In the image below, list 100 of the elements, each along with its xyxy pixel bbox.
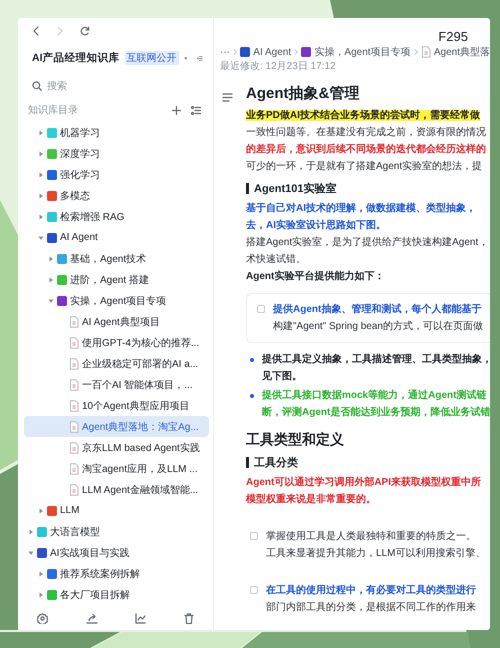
search-field[interactable]: 搜索 [47, 80, 167, 92]
tree-item[interactable]: 深度学习 [24, 143, 209, 164]
caret-icon[interactable] [38, 234, 44, 240]
document-icon [69, 420, 79, 432]
caret-icon[interactable] [48, 276, 54, 282]
caret-icon[interactable] [38, 150, 44, 156]
section-heading: 工具类型和定义 [246, 430, 345, 449]
tree-item[interactable]: AI Agent典型项目 [24, 311, 209, 332]
caret-icon[interactable] [38, 570, 44, 576]
document-icon [69, 336, 79, 348]
caret-icon[interactable] [38, 592, 44, 598]
tree-item[interactable]: AI Agent [24, 227, 209, 248]
document-icon [69, 316, 79, 328]
chevron-icon [414, 48, 418, 56]
visibility-badge: 互联网公开 [124, 51, 178, 65]
chevron-icon [294, 48, 298, 56]
tree-item[interactable]: 实操，Agent项目专项 [24, 290, 209, 311]
tree-item[interactable]: 检索增强 RAG [24, 206, 209, 227]
breadcrumb-link[interactable]: AI Agent [240, 46, 292, 58]
checkbox[interactable] [250, 586, 258, 594]
tree-item[interactable]: 进阶，Agent 搭建 [24, 269, 209, 290]
caret-icon[interactable] [38, 192, 44, 198]
caret-icon[interactable] [48, 256, 54, 262]
paragraph-line: 可少的一环，于是就有了搭建Agent实验室的想法，提 [246, 161, 482, 172]
paragraph-line: 在工具的使用过程中，有必要对工具的类型进行 [266, 585, 476, 596]
breadcrumb-link[interactable]: 实操，Agent项目专项 [301, 45, 411, 59]
tree-item[interactable]: Agent典型落地：淘宝Ag... [24, 416, 209, 437]
checkbox[interactable] [250, 532, 258, 540]
paragraph-line: 部门内部工具的分类，是根据不同工作的作用来 [266, 602, 476, 613]
document-icon [69, 442, 79, 454]
knowledge-base-title: AI产品经理知识库 [32, 51, 120, 65]
caret-icon[interactable] [38, 172, 44, 178]
document-icon [420, 46, 431, 58]
paragraph-line: 的差异后，意识到后续不同场景的迭代都会经历这样的 [246, 144, 486, 155]
tree-item[interactable]: LLM [24, 500, 209, 521]
paragraph-line: 提供工具接口数据mock等能力，通过Agent测试链 [262, 390, 486, 401]
tree-item[interactable]: 各大厂项目拆解 [24, 584, 209, 605]
tree-item[interactable]: AI实战项目与实践 [24, 542, 209, 563]
tree-item[interactable]: 企业级稳定可部署的AI a... [24, 353, 209, 374]
breadcrumb-link[interactable]: ··· [220, 46, 230, 58]
paragraph-line: 断，评测Agent是否能达到业务预期，降低业务试错 [262, 407, 490, 418]
tree-item[interactable]: 10个Agent典型应用项目 [24, 395, 209, 416]
chart-icon[interactable] [135, 612, 146, 624]
document-icon [69, 378, 79, 390]
chevron-icon [233, 48, 238, 56]
tree-item[interactable]: 强化学习 [24, 164, 209, 185]
paragraph-line: Agent可以通过学习调用外部API来获取模型权重中所 [246, 477, 481, 488]
paragraph-line: 提供Agent抽象、管理和测试，每个人都能基于 [273, 304, 482, 315]
caret-icon[interactable] [28, 550, 34, 556]
tree-item[interactable]: 大语言模型 [24, 521, 209, 542]
tree-item[interactable]: 淘宝agent应用，及LLM ... [24, 458, 209, 479]
tree-item[interactable]: 推荐系统案例拆解 [24, 563, 209, 584]
forward-icon[interactable] [56, 26, 64, 36]
paragraph-line: 一致性问题等。在基建没有完成之前，资源有限的情况 [246, 127, 486, 138]
tree-item[interactable]: 基础，Agent技术 [24, 248, 209, 269]
bullet-dot [250, 358, 254, 362]
settings-icon[interactable] [36, 612, 48, 624]
trash-icon[interactable] [184, 612, 194, 624]
refresh-icon[interactable] [80, 26, 90, 36]
plus-icon[interactable] [172, 106, 181, 114]
paragraph-line: 模型权重来说是非常重要的。 [246, 494, 376, 505]
tree-item[interactable]: 多模态 [24, 185, 209, 206]
heading-marker [246, 457, 249, 468]
back-icon[interactable] [32, 26, 40, 36]
tree-item[interactable]: 使用GPT-4为核心的推荐... [24, 332, 209, 353]
tree-item[interactable]: 京东LLM based Agent实践 [24, 437, 209, 458]
document-icon [69, 462, 79, 474]
caret-icon[interactable] [48, 298, 54, 304]
subheading: Agent101实验室 [254, 182, 337, 196]
paragraph-line: 见下图。 [262, 371, 302, 382]
paragraph-line: 掌握使用工具是人类最独特和重要的特质之一。 [266, 531, 476, 542]
subheading: 工具分类 [254, 456, 298, 470]
caret-icon[interactable] [38, 214, 44, 220]
search-icon [32, 81, 42, 91]
collapse-icon[interactable] [197, 54, 203, 62]
tree-item[interactable]: 机器学习 [24, 122, 209, 143]
list-icon[interactable] [191, 106, 201, 114]
paragraph-line: 搭建Agent实验室，是为了提供给产技快速构建Agent， [246, 237, 488, 248]
document-icon [69, 484, 79, 496]
page-title: Agent抽象&管理 [246, 84, 360, 104]
checkbox[interactable] [257, 305, 265, 313]
heading-marker [246, 183, 249, 194]
corner-label: F295 [438, 29, 468, 44]
modified-time: 最近修改: 12月23日 17:12 [219, 60, 337, 73]
tree-item[interactable]: LLM Agent金融领域智能... [24, 479, 209, 500]
paragraph-line: 构建"Agent" Spring bean的方式，可以在页面做 [273, 321, 483, 332]
caret-icon[interactable] [38, 130, 44, 136]
breadcrumb-link[interactable]: Agent典型落 [420, 45, 490, 59]
section-title: 知识库目录 [28, 104, 78, 117]
document-icon [69, 400, 79, 412]
outline-icon[interactable] [222, 93, 233, 102]
paragraph-line: 去，AI实验室设计思路如下图。 [246, 220, 386, 231]
paragraph-line: Agent实验平台提供能力如下： [246, 271, 384, 282]
tree-item[interactable]: 一百个AI 智能体项目，... [24, 374, 209, 395]
caret-icon[interactable] [38, 508, 44, 514]
share-icon[interactable] [86, 612, 98, 624]
document-icon [69, 358, 79, 370]
caret-icon[interactable] [28, 528, 34, 534]
paragraph-line: 提供工具定义抽象，工具描述管理、工具类型抽象， [262, 354, 490, 365]
paragraph-line: 基于自己对AI技术的理解，做数据建模、类型抽象， [246, 203, 476, 214]
